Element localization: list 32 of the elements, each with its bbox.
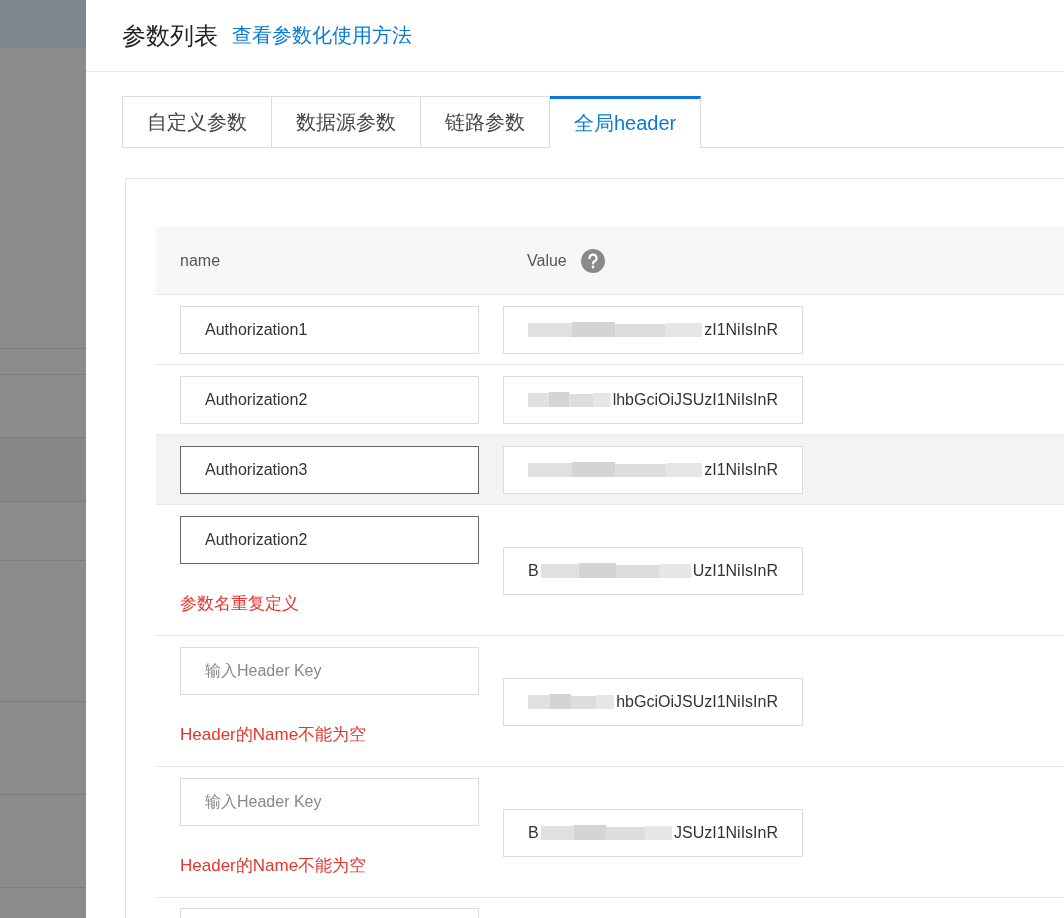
name-input[interactable]: Authorization3 (180, 446, 479, 494)
value-input[interactable]: zI1NiIsInR (503, 306, 803, 354)
help-icon[interactable] (580, 248, 605, 273)
value-input[interactable]: hbGciOiJSUzI1NiIsInR (503, 677, 803, 726)
value-text: lhbGciOiJSUzI1NiIsInR (612, 391, 778, 409)
tab[interactable]: 全局header (550, 96, 702, 148)
error-message: 参数名重复定义 (180, 593, 300, 615)
error-message: Header的Name不能为空 (180, 724, 368, 746)
column-header: Value (527, 251, 567, 270)
tab[interactable]: 数据源参数 (272, 96, 421, 148)
value-prefix: B (528, 823, 539, 842)
value-text: hbGciOiJSUzI1NiIsInR (616, 692, 778, 711)
name-input[interactable]: Authorization1 (180, 306, 479, 354)
column-header: name (180, 251, 221, 270)
name-input[interactable]: Authorization2 (180, 376, 479, 424)
name-input[interactable]: Authorization2 (180, 516, 479, 564)
value-text: zI1NiIsInR (704, 461, 778, 479)
tab[interactable]: 自定义参数 (122, 96, 272, 148)
error-message: Header的Name不能为空 (180, 855, 368, 877)
help-link[interactable]: 查看参数化使用方法 (232, 22, 412, 49)
value-text: JSUzI1NiIsInR (673, 823, 778, 842)
value-text: UzI1NiIsInR (692, 561, 778, 580)
value-prefix: B (528, 561, 539, 580)
name-input[interactable]: 输入Header Key (180, 778, 479, 826)
name-input[interactable]: 输入Header Key (180, 647, 479, 695)
value-input[interactable]: B JSUzI1NiIsInR (503, 808, 803, 857)
value-input[interactable]: zI1NiIsInR (503, 446, 803, 494)
value-text: zI1NiIsInR (704, 321, 778, 339)
value-input[interactable]: B UzI1NiIsInR (503, 546, 803, 595)
tab[interactable]: 链路参数 (421, 96, 550, 148)
value-input[interactable]: lhbGciOiJSUzI1NiIsInR (503, 376, 803, 424)
panel-title: 参数列表 (122, 20, 218, 51)
